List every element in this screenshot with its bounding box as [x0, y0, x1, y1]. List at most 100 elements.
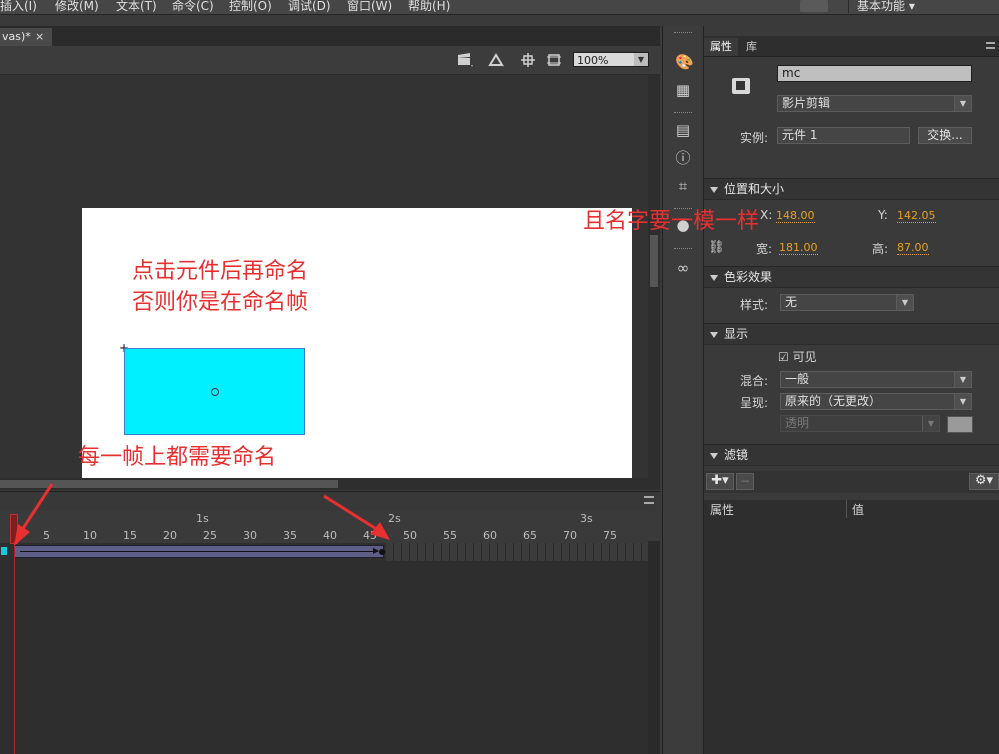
width-label: 宽: — [756, 242, 773, 256]
instance-type-select[interactable]: 影片剪辑 ▼ — [777, 95, 972, 112]
swap-button[interactable]: 交换... — [918, 127, 972, 144]
timeline-vertical-scrollbar[interactable] — [648, 541, 660, 754]
tween-arrow — [20, 551, 378, 552]
x-label: X: — [760, 208, 773, 222]
close-icon[interactable]: × — [35, 28, 44, 46]
document-tab[interactable]: vas)* × — [0, 28, 52, 46]
stage-vertical-scrollbar[interactable] — [648, 75, 660, 478]
chevron-down-icon: ▼ — [922, 416, 939, 431]
filter-table[interactable] — [704, 518, 999, 754]
sync-settings-icon[interactable] — [800, 0, 828, 12]
instance-label: 实例: — [740, 131, 769, 145]
frame-tick: 35 — [283, 529, 297, 542]
collapse-triangle-icon — [710, 331, 718, 338]
width-value[interactable]: 181.00 — [779, 241, 818, 255]
frame-tick: 5 — [43, 529, 50, 542]
dock-grip[interactable] — [674, 112, 692, 116]
panel-menu-icon[interactable] — [644, 496, 654, 504]
section-color-effect[interactable]: 色彩效果 — [704, 266, 999, 288]
frame-tick: 65 — [523, 529, 537, 542]
menu-window[interactable]: 窗口(W) — [347, 0, 392, 14]
frame-tick: 20 — [163, 529, 177, 542]
menu-text[interactable]: 文本(T) — [116, 0, 157, 14]
x-value[interactable]: 148.00 — [776, 209, 815, 223]
time-marker-1s: 1s — [196, 512, 209, 525]
render-select[interactable]: 原来的（无更改） ▼ — [780, 393, 972, 410]
playhead[interactable] — [10, 514, 18, 544]
movie-clip-icon — [732, 78, 750, 94]
menu-bar: 插入(I) 修改(M) 文本(T) 命令(C) 控制(O) 调试(D) 窗口(W… — [0, 0, 999, 15]
transform-icon[interactable]: ⌗ — [675, 178, 691, 194]
workspace-switcher[interactable]: 基本功能 ▾ — [848, 0, 938, 13]
empty-frames[interactable] — [386, 543, 648, 561]
filter-table-header: 属性 值 — [704, 500, 999, 519]
keyframe-end[interactable] — [379, 549, 385, 555]
chevron-down-icon: ▼ — [896, 295, 913, 310]
timeline-ruler[interactable]: 1s 2s 3s 1 5 10 15 20 25 30 35 40 45 50 … — [0, 511, 648, 542]
frame-tick: 50 — [403, 529, 417, 542]
section-filters[interactable]: 滤镜 — [704, 444, 999, 466]
frame-tick: 25 — [203, 529, 217, 542]
height-label: 高: — [872, 242, 889, 256]
style-label: 样式: — [740, 298, 769, 312]
layer-color-swatch — [1, 547, 7, 555]
y-value[interactable]: 142.05 — [897, 209, 936, 223]
properties-tabbar: 属性 库 — [704, 36, 999, 57]
add-filter-button[interactable]: ✚▾ — [706, 473, 734, 490]
link-icon[interactable]: ⛓ — [708, 240, 725, 255]
timeline-layer-row[interactable]: ▶ — [0, 543, 648, 561]
frame-tick: 55 — [443, 529, 457, 542]
collapse-triangle-icon — [710, 186, 718, 193]
dock-grip[interactable] — [674, 32, 692, 36]
clip-content-icon[interactable] — [546, 53, 562, 67]
collapse-triangle-icon — [710, 452, 718, 459]
visible-label: 可见 — [792, 350, 817, 364]
color-style-select[interactable]: 无 ▼ — [780, 294, 914, 311]
stage-horizontal-scrollbar[interactable] — [0, 478, 660, 490]
visible-checkbox[interactable]: ☑ 可见 — [778, 348, 817, 365]
column-divider[interactable] — [846, 500, 847, 518]
frame-tick: 75 — [603, 529, 617, 542]
swatches-grid-icon[interactable]: ▦ — [675, 82, 691, 98]
height-value[interactable]: 87.00 — [897, 241, 929, 255]
menu-help[interactable]: 帮助(H) — [408, 0, 450, 14]
menu-modify[interactable]: 修改(M) — [55, 0, 99, 14]
frame-tick: 40 — [323, 529, 337, 542]
scrollbar-thumb[interactable] — [0, 480, 338, 488]
stage-canvas[interactable] — [82, 208, 632, 478]
edit-scene-icon[interactable] — [457, 53, 473, 67]
blend-select[interactable]: 一般 ▼ — [780, 371, 972, 388]
menu-insert[interactable]: 插入(I) — [0, 0, 37, 14]
palette-icon[interactable]: 🎨 — [675, 54, 694, 70]
dock-grip[interactable] — [674, 248, 692, 252]
zoom-select[interactable]: 100% ▼ — [573, 52, 649, 67]
remove-filter-icon[interactable]: − — [736, 473, 754, 490]
menu-commands[interactable]: 命令(C) — [172, 0, 214, 14]
transform-point[interactable] — [211, 388, 219, 396]
y-label: Y: — [878, 208, 888, 222]
instance-name-input[interactable]: mc — [777, 65, 972, 82]
panel-dock: 🎨 ▦ ▤ ⓘ ⌗ ● ∞ — [662, 26, 704, 754]
menu-control[interactable]: 控制(O) — [229, 0, 272, 14]
section-position-size[interactable]: 位置和大小 — [704, 178, 999, 200]
collapse-triangle-icon — [710, 274, 718, 281]
panel-menu-icon[interactable] — [986, 42, 995, 49]
gear-icon[interactable]: ⚙▾ — [969, 473, 999, 490]
align-icon[interactable]: ▤ — [675, 122, 691, 138]
chevron-down-icon: ▼ — [954, 394, 971, 409]
section-display[interactable]: 显示 — [704, 323, 999, 345]
info-icon[interactable]: ⓘ — [675, 150, 691, 166]
chevron-down-icon: ▼ — [634, 53, 648, 66]
timeline-body[interactable] — [0, 561, 648, 754]
tab-properties[interactable]: 属性 — [704, 38, 738, 56]
edit-symbols-icon[interactable] — [488, 53, 504, 67]
scrollbar-thumb[interactable] — [650, 235, 658, 287]
time-marker-3s: 3s — [580, 512, 593, 525]
center-stage-icon[interactable] — [520, 53, 536, 67]
menu-debug[interactable]: 调试(D) — [288, 0, 331, 14]
background-color-swatch — [947, 416, 973, 433]
filter-toolbar: ✚▾ − ⚙▾ — [704, 471, 999, 493]
frame-tick: 70 — [563, 529, 577, 542]
tab-library[interactable]: 库 — [740, 38, 763, 56]
creative-cloud-icon[interactable]: ∞ — [675, 260, 691, 276]
